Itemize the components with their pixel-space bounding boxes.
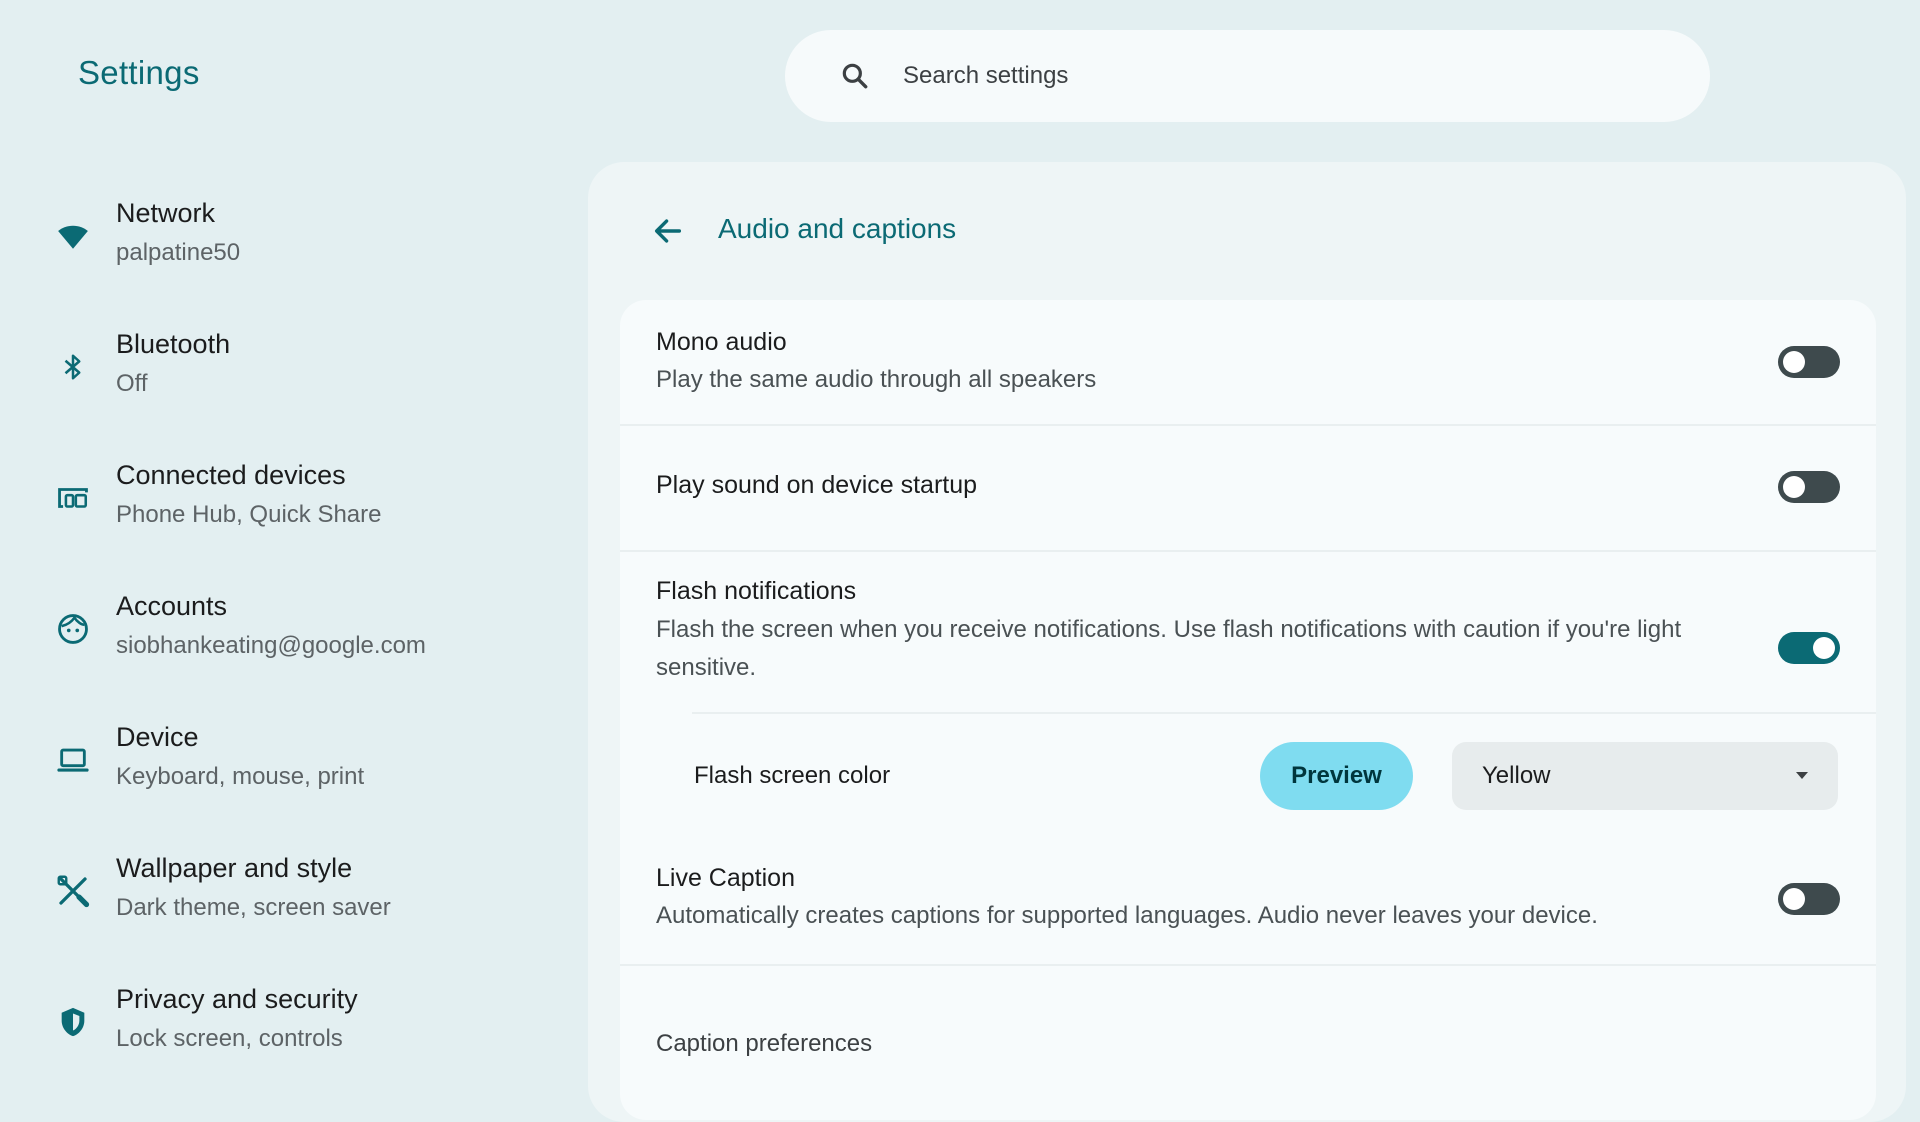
row-description: Flash the screen when you receive notifi…	[656, 616, 1682, 681]
row-title: Mono audio	[656, 328, 787, 356]
shield-icon	[55, 1004, 91, 1040]
flash-color-dropdown[interactable]: Yellow	[1452, 742, 1838, 810]
row-description: Play the same audio through all speakers	[656, 366, 1097, 393]
row-description: Automatically creates captions for suppo…	[656, 902, 1598, 929]
dropdown-arrow-icon	[1796, 772, 1808, 779]
sidebar-item-label: Device	[116, 722, 199, 752]
flash-color-row: Flash screen color Preview Yellow	[620, 742, 1876, 810]
startup-sound-toggle[interactable]	[1778, 471, 1840, 503]
sidebar-item-sublabel: Keyboard, mouse, print	[116, 763, 365, 790]
bluetooth-icon	[55, 349, 91, 385]
sidebar-item-sublabel: Dark theme, screen saver	[116, 894, 391, 921]
divider	[692, 712, 1876, 714]
sidebar-nav: Network palpatine50 Bluetooth Off Connec…	[0, 170, 560, 1087]
app-title: Settings	[78, 54, 200, 91]
live-caption-toggle[interactable]	[1778, 883, 1840, 915]
connected-devices-icon	[55, 480, 91, 516]
search-icon	[842, 63, 868, 89]
sidebar-item-bluetooth[interactable]: Bluetooth Off	[0, 301, 560, 432]
wifi-icon	[55, 218, 91, 254]
sidebar-item-sublabel: Lock screen, controls	[116, 1025, 343, 1052]
sidebar-item-label: Connected devices	[116, 460, 346, 490]
preview-button[interactable]: Preview	[1260, 742, 1413, 810]
row-title: Play sound on device startup	[656, 471, 978, 499]
page-title: Audio and captions	[718, 213, 957, 244]
mono-audio-toggle[interactable]	[1778, 346, 1840, 378]
row-title: Live Caption	[656, 864, 795, 892]
sidebar-item-sublabel: Phone Hub, Quick Share	[116, 501, 382, 528]
dropdown-value: Yellow	[1482, 762, 1551, 789]
search-bar[interactable]	[785, 30, 1710, 122]
laptop-icon	[55, 742, 91, 778]
settings-card: Mono audio Play the same audio through a…	[620, 300, 1876, 1120]
divider	[620, 964, 1876, 966]
sidebar-item-label: Wallpaper and style	[116, 853, 353, 883]
live-caption-row[interactable]: Live Caption Automatically creates capti…	[620, 840, 1876, 964]
caption-preferences-heading: Caption preferences	[656, 1030, 873, 1057]
flash-notifications-toggle[interactable]	[1778, 632, 1840, 664]
startup-sound-row[interactable]: Play sound on device startup	[620, 426, 1876, 550]
arrow-back-icon[interactable]	[651, 214, 685, 248]
mono-audio-row[interactable]: Mono audio Play the same audio through a…	[620, 300, 1876, 424]
sidebar-item-device[interactable]: Device Keyboard, mouse, print	[0, 694, 560, 825]
sidebar-item-privacy[interactable]: Privacy and security Lock screen, contro…	[0, 956, 560, 1087]
sidebar-item-label: Bluetooth	[116, 329, 231, 359]
paint-brush-icon	[55, 873, 91, 909]
sidebar-item-sublabel: palpatine50	[116, 239, 241, 266]
sidebar-item-wallpaper[interactable]: Wallpaper and style Dark theme, screen s…	[0, 825, 560, 956]
sidebar-item-network[interactable]: Network palpatine50	[0, 170, 560, 301]
row-title: Flash notifications	[656, 577, 857, 605]
sidebar-item-label: Privacy and security	[116, 984, 358, 1014]
flash-notifications-row[interactable]: Flash notifications Flash the screen whe…	[620, 552, 1876, 712]
sidebar-item-label: Network	[116, 198, 216, 228]
sidebar-item-accounts[interactable]: Accounts siobhankeating@google.com	[0, 563, 560, 694]
flash-color-label: Flash screen color	[694, 762, 891, 789]
sidebar-item-label: Accounts	[116, 591, 228, 621]
sidebar-item-sublabel: Off	[116, 370, 148, 397]
search-input[interactable]	[901, 61, 1605, 91]
sidebar-item-connected-devices[interactable]: Connected devices Phone Hub, Quick Share	[0, 432, 560, 563]
sidebar-item-sublabel: siobhankeating@google.com	[116, 632, 426, 659]
account-face-icon	[55, 611, 91, 647]
